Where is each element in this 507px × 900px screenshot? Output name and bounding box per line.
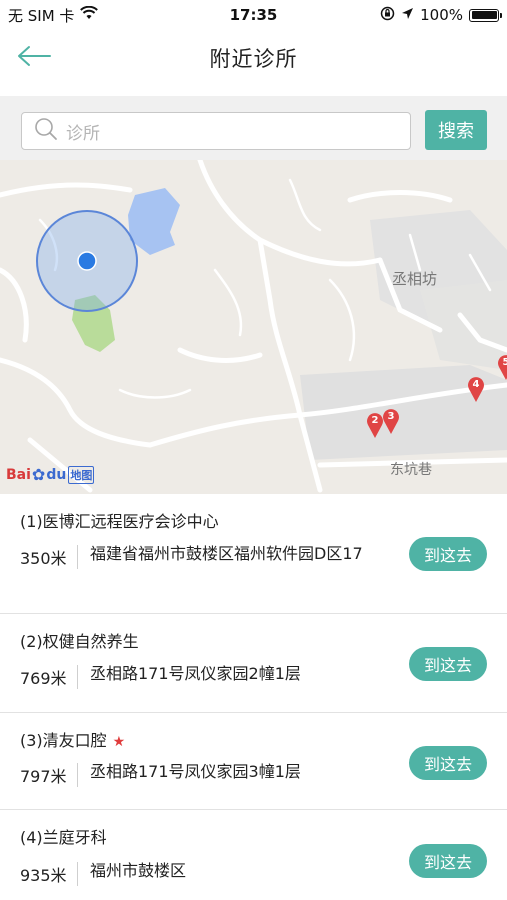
map-marker[interactable]: 3 [382, 409, 400, 435]
status-right: 100% [380, 6, 502, 25]
clinic-name: (4)兰庭牙科 [20, 824, 107, 848]
current-location-dot [77, 251, 97, 271]
wifi-icon [80, 5, 99, 24]
clinic-name-text: (2)权健自然养生 [20, 632, 139, 651]
clinic-address: 福建省福州市鼓楼区福州软件园D区17 [90, 544, 363, 563]
marker-label: 5 [502, 357, 507, 368]
logo-brand: Bai [6, 466, 31, 483]
clinic-address: 福州市鼓楼区 [90, 861, 187, 880]
clinic-name: (3)清友口腔 ★ [20, 727, 125, 751]
marker-label: 4 [472, 379, 480, 390]
arrow-left-icon [16, 44, 52, 72]
marker-label: 3 [387, 411, 395, 422]
clinic-distance: 935米 [20, 862, 78, 886]
navigate-button[interactable]: 到这去 [409, 647, 487, 681]
clinic-name: (2)权健自然养生 [20, 628, 139, 652]
search-placeholder: 诊所 [66, 123, 100, 144]
nav-bar: 附近诊所 [0, 30, 507, 86]
paw-icon: ✿ [31, 465, 46, 484]
list-item[interactable]: (2)权健自然养生 769米 丞相路171号凤仪家园2幢1层 到这去 [0, 614, 507, 713]
clinic-name: (1)医博汇远程医疗会诊中心 [20, 508, 219, 532]
search-bar: 诊所 搜索 [0, 96, 507, 160]
star-icon: ★ [112, 734, 126, 750]
location-arrow-icon [401, 6, 414, 24]
map-label-area: 丞相坊 [392, 270, 438, 288]
logo-suffix: du [46, 466, 67, 483]
clinic-distance: 769米 [20, 665, 78, 689]
clinic-address: 丞相路171号凤仪家园3幢1层 [90, 762, 301, 781]
navigate-button[interactable]: 到这去 [409, 537, 487, 571]
clinic-name-text: (3)清友口腔 [20, 731, 107, 750]
page-title: 附近诊所 [209, 47, 298, 71]
map-marker[interactable]: 4 [467, 377, 485, 403]
clinic-address: 丞相路171号凤仪家园2幢1层 [90, 664, 301, 683]
map-label-street: 东坑巷 [390, 462, 432, 478]
back-button[interactable] [16, 42, 56, 74]
carrier-label: 无 SIM 卡 [8, 6, 75, 25]
map-view[interactable]: 丞相坊 东坑巷 2 3 4 5 Bai ✿ du 地图 [0, 160, 507, 494]
battery-percent: 100% [420, 6, 463, 24]
status-left: 无 SIM 卡 [8, 5, 99, 26]
navigate-button[interactable]: 到这去 [409, 746, 487, 780]
clinic-name-text: (1)医博汇远程医疗会诊中心 [20, 512, 219, 531]
map-base [0, 160, 507, 493]
orientation-lock-icon [380, 6, 395, 25]
list-item[interactable]: (3)清友口腔 ★ 797米 丞相路171号凤仪家园3幢1层 到这去 [0, 713, 507, 810]
battery-fill [471, 11, 497, 19]
search-input[interactable]: 诊所 [21, 112, 411, 150]
battery-icon [469, 8, 502, 22]
status-bar: 无 SIM 卡 17:35 100% [0, 0, 507, 30]
search-button[interactable]: 搜索 [425, 110, 487, 150]
logo-product: 地图 [68, 465, 95, 484]
clinic-name-text: (4)兰庭牙科 [20, 828, 107, 847]
map-marker[interactable]: 5 [497, 355, 507, 381]
clinic-list: (1)医博汇远程医疗会诊中心 350米 福建省福州市鼓楼区福州软件园D区17 到… [0, 494, 507, 900]
clinic-distance: 797米 [20, 763, 78, 787]
search-icon [34, 117, 58, 145]
list-item[interactable]: (4)兰庭牙科 935米 福州市鼓楼区 到这去 [0, 810, 507, 900]
baidu-map-logo: Bai ✿ du 地图 [6, 465, 95, 484]
list-item[interactable]: (1)医博汇远程医疗会诊中心 350米 福建省福州市鼓楼区福州软件园D区17 到… [0, 494, 507, 614]
navigate-button[interactable]: 到这去 [409, 844, 487, 878]
clinic-distance: 350米 [20, 545, 78, 569]
